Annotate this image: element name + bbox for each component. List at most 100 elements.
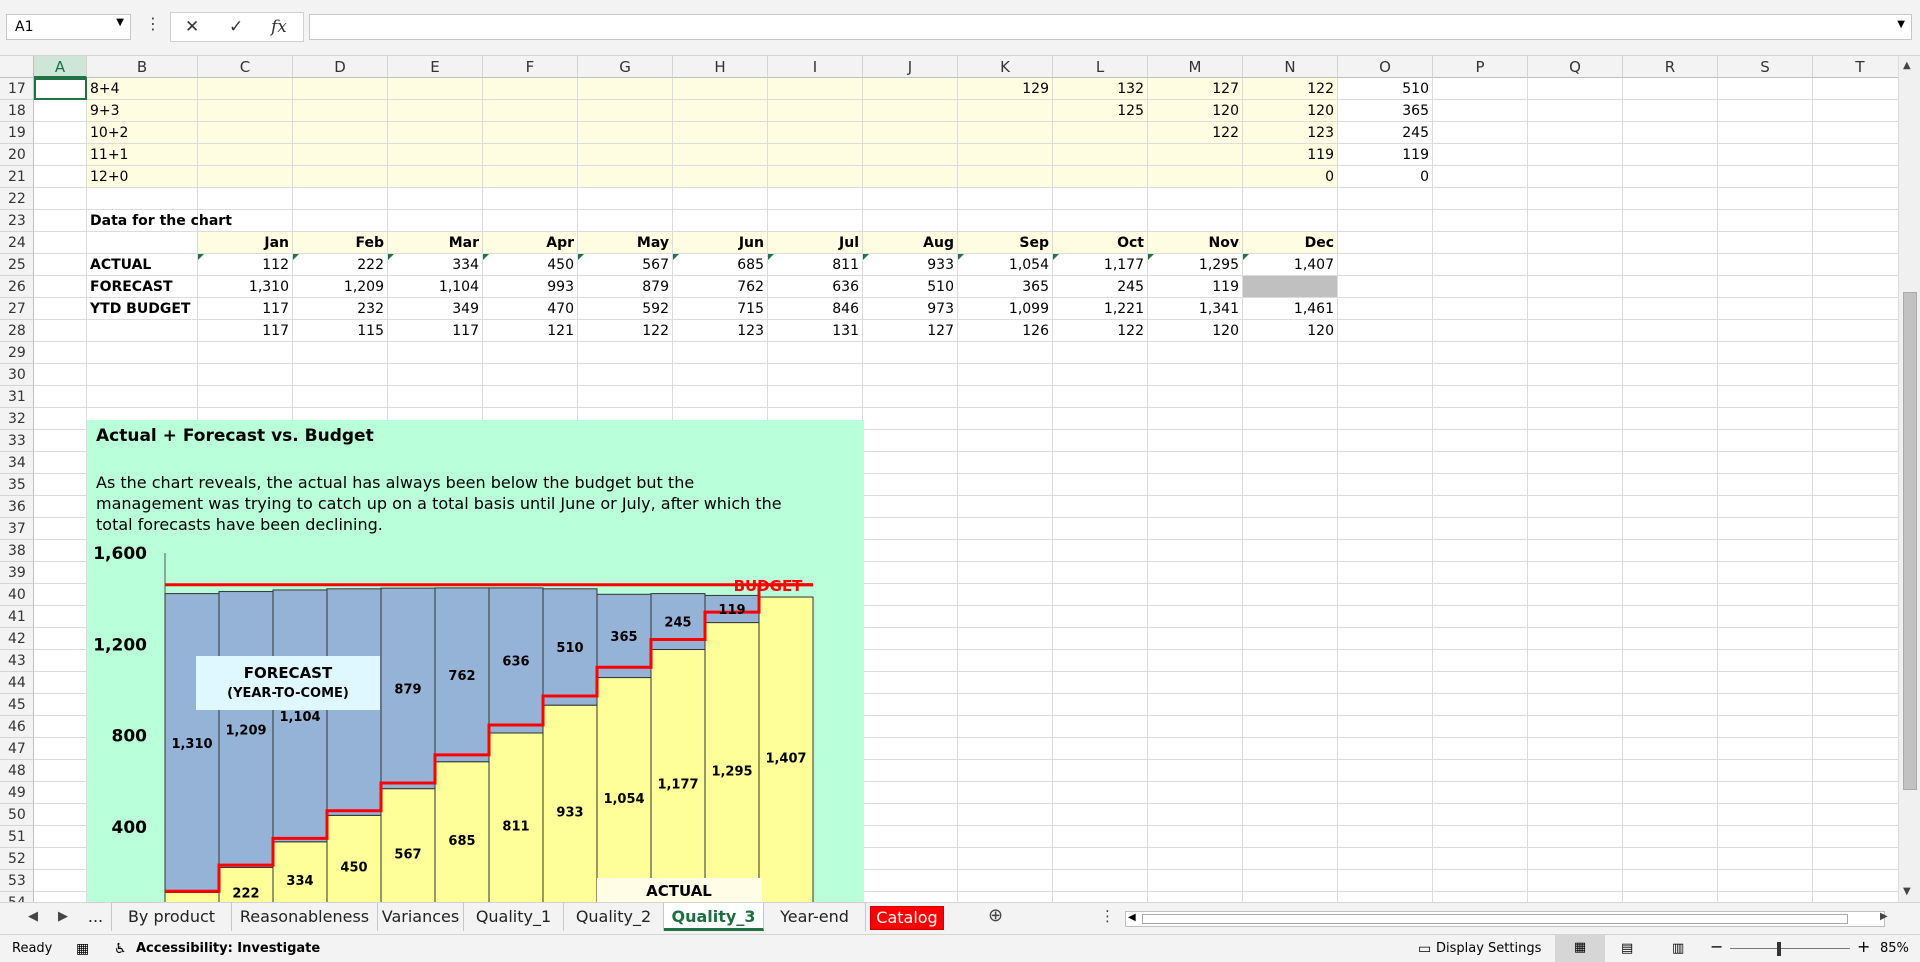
- value-cell[interactable]: 1,104: [388, 276, 479, 298]
- month-header[interactable]: Mar: [388, 232, 479, 254]
- value-cell[interactable]: 131: [768, 320, 859, 342]
- column-header-n[interactable]: N: [1243, 56, 1338, 78]
- actual-bar-dec[interactable]: [758, 596, 814, 902]
- value-cell[interactable]: 117: [198, 298, 289, 320]
- value-cell[interactable]: 715: [673, 298, 764, 320]
- month-header[interactable]: Dec: [1243, 232, 1334, 254]
- value-cell[interactable]: 120: [1243, 320, 1334, 342]
- error-indicator-icon[interactable]: [863, 254, 869, 260]
- actual-bar-jun[interactable]: [434, 761, 490, 902]
- value-cell[interactable]: 1,341: [1148, 298, 1239, 320]
- actual-forecast-budget-chart[interactable]: 1,6001,2008004001,3101,2092221,104334993…: [87, 420, 864, 902]
- upper-value-cell[interactable]: 120: [1243, 100, 1334, 122]
- value-cell[interactable]: 112: [198, 254, 289, 276]
- upper-value-cell[interactable]: 365: [1338, 100, 1429, 122]
- error-indicator-icon[interactable]: [198, 254, 204, 260]
- value-cell[interactable]: 1,295: [1148, 254, 1239, 276]
- tab-next-icon[interactable]: ▶: [58, 909, 68, 924]
- scenario-label[interactable]: 12+0: [90, 166, 128, 188]
- actual-bar-may[interactable]: [380, 788, 436, 902]
- row-header[interactable]: 51: [0, 826, 34, 848]
- row-header[interactable]: 32: [0, 408, 34, 430]
- upper-value-cell[interactable]: 132: [1053, 78, 1144, 100]
- page-layout-icon[interactable]: ▤: [1621, 941, 1633, 956]
- upper-value-cell[interactable]: 119: [1338, 144, 1429, 166]
- row-header[interactable]: 21: [0, 166, 34, 188]
- column-header-a[interactable]: A: [34, 56, 87, 78]
- row-header[interactable]: 45: [0, 694, 34, 716]
- upper-value-cell[interactable]: 120: [1148, 100, 1239, 122]
- zoom-slider[interactable]: [1730, 948, 1850, 949]
- row-header[interactable]: 19: [0, 122, 34, 144]
- row-header[interactable]: 25: [0, 254, 34, 276]
- sheet-tab-variances[interactable]: Variances: [378, 903, 464, 931]
- value-cell[interactable]: 811: [768, 254, 859, 276]
- zoom-slider-thumb[interactable]: [1777, 942, 1781, 956]
- value-cell[interactable]: 879: [578, 276, 669, 298]
- column-header-j[interactable]: J: [863, 56, 958, 78]
- upper-value-cell[interactable]: 510: [1338, 78, 1429, 100]
- formula-input[interactable]: ▼: [309, 14, 1912, 40]
- column-header-i[interactable]: I: [768, 56, 863, 78]
- insert-function-icon[interactable]: fx: [271, 17, 287, 37]
- month-header[interactable]: Aug: [863, 232, 954, 254]
- column-header-h[interactable]: H: [673, 56, 768, 78]
- upper-value-cell[interactable]: 0: [1243, 166, 1334, 188]
- sheet-tab-quality-2[interactable]: Quality_2: [564, 903, 664, 931]
- value-cell[interactable]: 567: [578, 254, 669, 276]
- value-cell[interactable]: 1,177: [1053, 254, 1144, 276]
- chart-area[interactable]: Actual + Forecast vs. Budget As the chart…: [87, 420, 864, 902]
- month-header[interactable]: Jan: [198, 232, 289, 254]
- row-header[interactable]: 37: [0, 518, 34, 540]
- sheet-tab-quality-3[interactable]: Quality_3: [664, 903, 764, 931]
- error-indicator-icon[interactable]: [958, 254, 964, 260]
- value-cell[interactable]: 115: [293, 320, 384, 342]
- month-header[interactable]: Sep: [958, 232, 1049, 254]
- month-header[interactable]: Nov: [1148, 232, 1239, 254]
- column-header-l[interactable]: L: [1053, 56, 1148, 78]
- value-cell[interactable]: 126: [958, 320, 1049, 342]
- chevron-down-icon[interactable]: ▼: [116, 17, 124, 28]
- row-label[interactable]: FORECAST: [90, 276, 173, 298]
- vertical-scroll-thumb[interactable]: [1903, 292, 1917, 790]
- value-cell[interactable]: 117: [198, 320, 289, 342]
- actual-bar-mar[interactable]: [272, 841, 328, 902]
- month-header[interactable]: Oct: [1053, 232, 1144, 254]
- actual-bar-jul[interactable]: [488, 732, 544, 902]
- value-cell[interactable]: 122: [578, 320, 669, 342]
- normal-view-icon[interactable]: ▦: [1555, 935, 1605, 962]
- value-cell[interactable]: 1,209: [293, 276, 384, 298]
- display-settings-icon[interactable]: ▭: [1418, 941, 1431, 957]
- value-cell[interactable]: 365: [958, 276, 1049, 298]
- vertical-scrollbar[interactable]: ▲ ▼: [1898, 56, 1920, 902]
- row-header[interactable]: 40: [0, 584, 34, 606]
- month-header[interactable]: Jun: [673, 232, 764, 254]
- row-header[interactable]: 39: [0, 562, 34, 584]
- row-header[interactable]: 30: [0, 364, 34, 386]
- error-indicator-icon[interactable]: [483, 254, 489, 260]
- enter-icon[interactable]: ✓: [229, 17, 243, 37]
- value-cell[interactable]: 933: [863, 254, 954, 276]
- macro-record-icon[interactable]: ▦: [76, 941, 89, 957]
- row-header[interactable]: 35: [0, 474, 34, 496]
- value-cell[interactable]: 245: [1053, 276, 1144, 298]
- tab-prev-icon[interactable]: ◀: [28, 909, 38, 924]
- scroll-right-icon[interactable]: ▶: [1880, 911, 1888, 922]
- row-header[interactable]: 49: [0, 782, 34, 804]
- column-header-q[interactable]: Q: [1528, 56, 1623, 78]
- actual-bar-jan[interactable]: [164, 891, 220, 902]
- upper-value-cell[interactable]: 122: [1243, 78, 1334, 100]
- sheet-tab-by-product[interactable]: By product: [112, 903, 232, 931]
- actual-bar-oct[interactable]: [650, 648, 706, 902]
- value-cell[interactable]: 334: [388, 254, 479, 276]
- row-header[interactable]: 22: [0, 188, 34, 210]
- row-label[interactable]: YTD BUDGET: [90, 298, 190, 320]
- value-cell[interactable]: 636: [768, 276, 859, 298]
- value-cell[interactable]: 232: [293, 298, 384, 320]
- value-cell[interactable]: 762: [673, 276, 764, 298]
- row-header[interactable]: 50: [0, 804, 34, 826]
- error-indicator-icon[interactable]: [673, 254, 679, 260]
- display-settings[interactable]: Display Settings: [1436, 941, 1541, 956]
- value-cell[interactable]: 470: [483, 298, 574, 320]
- value-cell[interactable]: 1,099: [958, 298, 1049, 320]
